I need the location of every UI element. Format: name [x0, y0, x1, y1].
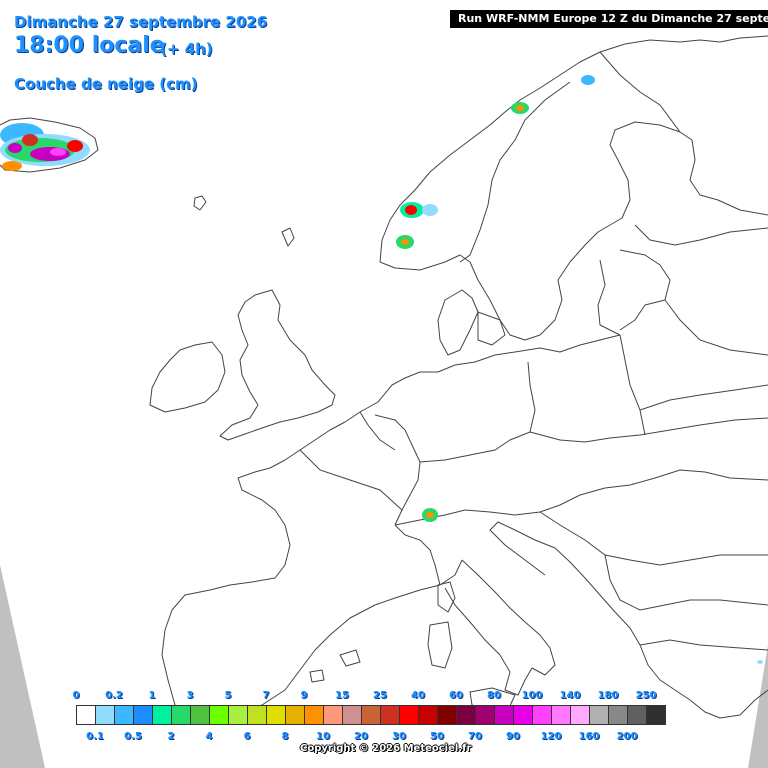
legend-label-top: 140 [559, 690, 581, 701]
color-legend: 0 0.2 1 3 5 7 9 15 25 40 60 80 100 140 180 250 0.1 0.5 2 4… [0, 688, 768, 768]
legend-label-top: 40 [411, 690, 425, 701]
legend-swatch [361, 705, 381, 725]
legend-label-bottom: 4 [205, 731, 213, 742]
legend-label-bottom: 0.5 [124, 731, 142, 742]
legend-swatch [608, 705, 628, 725]
legend-swatch [342, 705, 362, 725]
legend-label-bottom: 90 [506, 731, 520, 742]
legend-label-top: 5 [224, 690, 232, 701]
legend-label-bottom: 20 [354, 731, 368, 742]
legend-swatch [570, 705, 590, 725]
legend-label-top: 15 [335, 690, 349, 701]
legend-swatch [494, 705, 514, 725]
legend-swatch [513, 705, 533, 725]
legend-label-top: 25 [373, 690, 387, 701]
legend-label-bottom: 200 [616, 731, 638, 742]
legend-label-bottom: 10 [316, 731, 330, 742]
legend-label-bottom: 8 [281, 731, 289, 742]
legend-label-bottom: 160 [578, 731, 600, 742]
legend-swatch [152, 705, 172, 725]
forecast-offset: (+ 4h) [160, 40, 213, 58]
legend-label-top: 1 [148, 690, 156, 701]
legend-label-top: 7 [262, 690, 270, 701]
legend-swatch [285, 705, 305, 725]
run-banner: Run WRF-NMM Europe 12 Z du Dimanche 27 s… [450, 10, 768, 28]
legend-swatch [627, 705, 647, 725]
legend-swatch [114, 705, 134, 725]
legend-label-top: 250 [635, 690, 657, 701]
legend-label-bottom: 6 [243, 731, 251, 742]
legend-swatch [437, 705, 457, 725]
legend-label-bottom: 2 [167, 731, 175, 742]
legend-label-top: 9 [300, 690, 308, 701]
legend-swatch [418, 705, 438, 725]
legend-swatch [551, 705, 571, 725]
legend-swatch [171, 705, 191, 725]
legend-label-top: 0.2 [105, 690, 123, 701]
legend-swatch [399, 705, 419, 725]
legend-label-top: 80 [487, 690, 501, 701]
legend-label-bottom: 70 [468, 731, 482, 742]
legend-swatch [456, 705, 476, 725]
legend-label-bottom: 0.1 [86, 731, 104, 742]
legend-label-top: 100 [521, 690, 543, 701]
legend-swatch [266, 705, 286, 725]
legend-swatch [475, 705, 495, 725]
legend-label-top: 180 [597, 690, 619, 701]
legend-swatch [76, 705, 96, 725]
legend-swatch [304, 705, 324, 725]
legend-swatch [209, 705, 229, 725]
legend-swatch [247, 705, 267, 725]
legend-swatch [95, 705, 115, 725]
legend-label-top: 3 [186, 690, 194, 701]
forecast-time: 18:00 locale [14, 33, 165, 58]
copyright-text: Copyright © 2026 Meteociel.fr [300, 743, 472, 754]
legend-swatch [380, 705, 400, 725]
legend-label-bottom: 30 [392, 731, 406, 742]
legend-swatch [323, 705, 343, 725]
legend-swatch [532, 705, 552, 725]
legend-swatch [228, 705, 248, 725]
legend-label-bottom: 120 [540, 731, 562, 742]
legend-label-top: 60 [449, 690, 463, 701]
legend-swatch [646, 705, 666, 725]
legend-label-top: 0 [72, 690, 80, 701]
forecast-date: Dimanche 27 septembre 2026 [14, 13, 268, 31]
legend-swatch [133, 705, 153, 725]
legend-swatch [190, 705, 210, 725]
legend-label-bottom: 50 [430, 731, 444, 742]
legend-swatch [589, 705, 609, 725]
snow-depth-map [0, 0, 768, 768]
parameter-title: Couche de neige (cm) [14, 75, 198, 93]
legend-swatches [76, 705, 666, 725]
